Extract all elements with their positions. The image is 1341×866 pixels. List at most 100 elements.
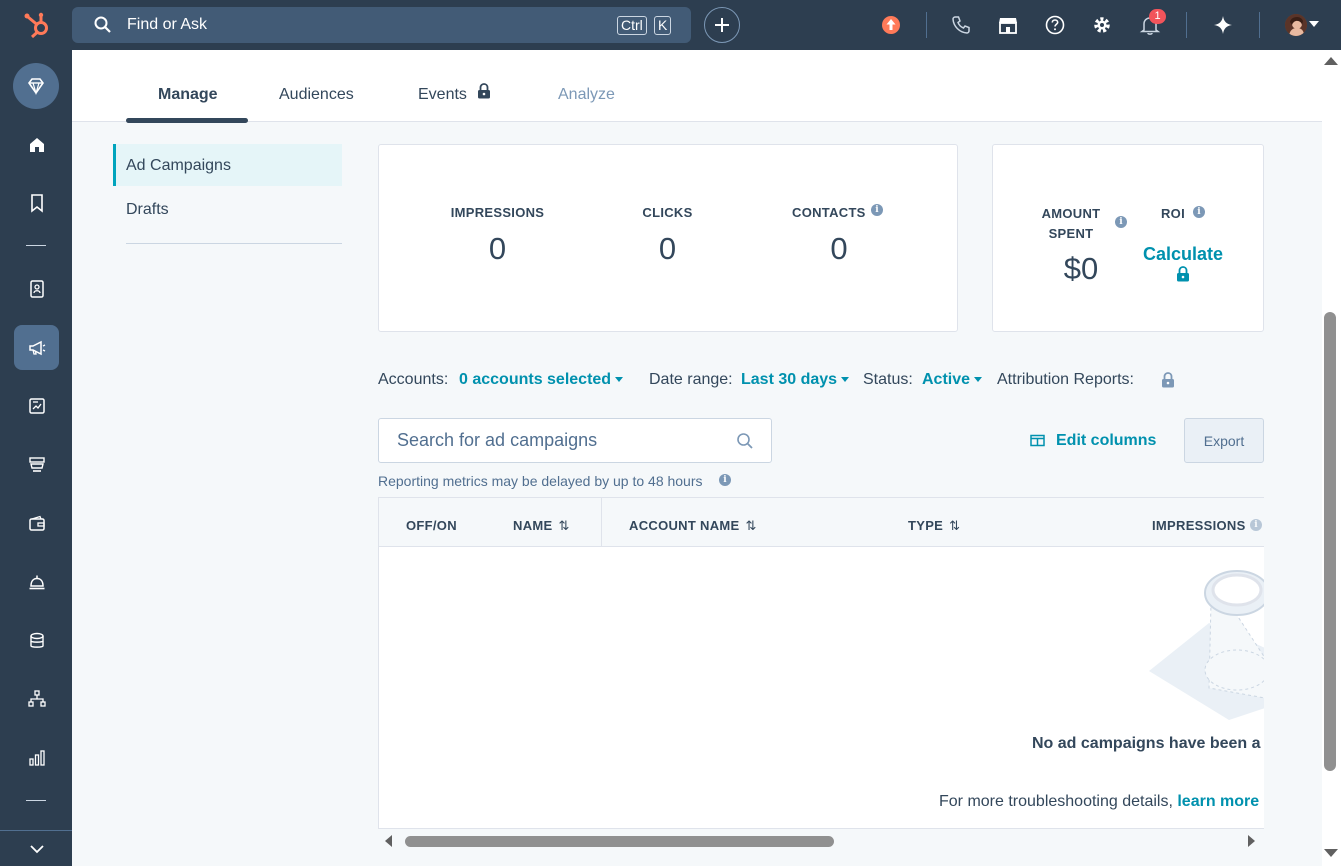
amount-spent-label-line1: AMOUNT (1041, 206, 1101, 221)
column-header-off-on: OFF/ON (406, 518, 457, 533)
tab-manage[interactable]: Manage (158, 86, 218, 104)
home-icon (29, 137, 44, 152)
column-header-impressions[interactable]: IMPRESSIONS (1152, 518, 1246, 533)
roi-calculate-link[interactable]: Calculate (1133, 244, 1233, 265)
status-filter-value: Active (922, 371, 971, 388)
column-header-type[interactable]: TYPE ⇅ (908, 518, 960, 534)
empty-state-subtitle: For more troubleshooting details, learn … (939, 793, 1259, 811)
page-vertical-scrollbar[interactable] (1322, 50, 1341, 866)
info-icon[interactable]: i (1115, 216, 1127, 228)
kbd-ctrl: Ctrl (617, 16, 647, 35)
main-content: Manage Audiences Events Analyze Ad Campa… (72, 50, 1322, 866)
hubspot-logo-icon[interactable] (22, 10, 52, 40)
wallet-icon (28, 515, 45, 531)
table-header: OFF/ON NAME ⇅ ACCOUNT NAME ⇅ TYPE ⇅ IMPRESS… (379, 498, 1264, 547)
scroll-right-arrow-icon[interactable] (1246, 835, 1256, 847)
column-header-name[interactable]: NAME ⇅ (513, 518, 570, 534)
sort-arrows-icon: ⇅ (558, 518, 570, 533)
roi-label: ROI (1160, 206, 1185, 221)
marketplace-icon[interactable] (997, 14, 1019, 36)
reporting-bars-icon (28, 749, 45, 766)
column-header-impressions-label: IMPRESSIONS (1152, 518, 1246, 533)
nav-collapse[interactable] (14, 826, 59, 866)
avatar-image-icon (1285, 14, 1307, 36)
plus-icon (715, 18, 729, 32)
settings-gear-icon[interactable] (1091, 14, 1113, 36)
spend-roi-card: AMOUNT SPENT i $0 ROI i Calculate (992, 144, 1264, 332)
empty-state-magnifier-illustration-icon (1149, 570, 1264, 720)
horizontal-scroll-thumb[interactable] (405, 836, 834, 847)
scroll-left-arrow-icon[interactable] (384, 835, 394, 847)
info-icon[interactable]: i (719, 474, 731, 486)
lock-icon[interactable] (1161, 372, 1175, 388)
caret-down-icon (974, 377, 983, 383)
status-filter-dropdown[interactable]: Active (922, 371, 983, 389)
date-range-dropdown[interactable]: Last 30 days (741, 371, 850, 389)
nav-content[interactable] (14, 383, 59, 428)
info-icon[interactable]: i (1193, 206, 1205, 218)
global-search-placeholder: Find or Ask (127, 16, 208, 33)
nav-bookmarks[interactable] (14, 180, 59, 225)
search-icon (94, 16, 111, 33)
upgrade-icon[interactable] (880, 14, 902, 36)
sidebar-item-ad-campaigns[interactable]: Ad Campaigns (113, 144, 342, 186)
diamond-icon (28, 78, 44, 96)
topbar-divider (1186, 12, 1187, 38)
campaigns-table: OFF/ON NAME ⇅ ACCOUNT NAME ⇅ TYPE ⇅ IMPRESS… (378, 497, 1264, 829)
service-bell-icon (29, 575, 44, 589)
learn-more-link[interactable]: learn more (1177, 793, 1259, 810)
nav-upgrade-diamond[interactable] (13, 63, 59, 109)
accounts-filter-dropdown[interactable]: 0 accounts selected (459, 371, 624, 389)
nav-sales[interactable] (14, 442, 59, 487)
tab-audiences[interactable]: Audiences (279, 86, 354, 104)
topbar-divider (926, 12, 927, 38)
scroll-up-arrow-icon[interactable] (1324, 56, 1338, 66)
empty-state-title: No ad campaigns have been a (1032, 735, 1261, 752)
nav-commerce[interactable] (14, 501, 59, 546)
global-search-bar[interactable]: Find or Ask Ctrl K (72, 7, 691, 43)
nav-reporting[interactable] (14, 735, 59, 780)
phone-icon[interactable] (950, 14, 972, 36)
scroll-down-arrow-icon[interactable] (1324, 848, 1338, 858)
nav-service[interactable] (14, 559, 59, 604)
vertical-scroll-thumb[interactable] (1324, 312, 1336, 771)
kbd-k: K (654, 16, 672, 35)
edit-columns-label: Edit columns (1056, 432, 1157, 449)
left-navigation (0, 50, 72, 866)
column-header-account-name[interactable]: ACCOUNT NAME ⇅ (629, 518, 757, 534)
sidebar-item-drafts[interactable]: Drafts (126, 201, 169, 219)
table-horizontal-scrollbar[interactable] (378, 831, 1264, 851)
account-menu-caret-icon[interactable] (1309, 21, 1319, 27)
create-new-button[interactable] (704, 7, 740, 43)
tab-analyze[interactable]: Analyze (558, 86, 615, 104)
nav-contacts[interactable] (14, 266, 59, 311)
column-header-type-label: TYPE (908, 518, 944, 533)
nav-data-management[interactable] (14, 618, 59, 663)
edit-columns-button[interactable]: Edit columns (1030, 432, 1156, 450)
campaign-search-input[interactable] (379, 419, 719, 462)
user-avatar[interactable] (1285, 14, 1307, 36)
caret-down-icon (841, 377, 850, 383)
date-range-label: Date range: (649, 371, 733, 388)
lock-icon (1177, 266, 1189, 282)
nav-automation[interactable] (14, 676, 59, 721)
help-icon[interactable] (1044, 14, 1066, 36)
info-icon[interactable]: i (1250, 519, 1262, 531)
notification-count-badge: 1 (1149, 9, 1166, 24)
sort-arrows-icon: ⇅ (745, 518, 757, 533)
search-icon[interactable] (736, 432, 754, 450)
amount-spent-value: $0 (1063, 251, 1099, 286)
megaphone-icon (28, 340, 45, 355)
export-button[interactable]: Export (1184, 418, 1264, 463)
campaign-search-box (378, 418, 772, 463)
nav-marketing[interactable] (14, 325, 59, 370)
metrics-card: IMPRESSIONS 0 CLICKS 0 CONTACTS i 0 (378, 144, 958, 332)
caret-down-icon (615, 377, 624, 383)
amount-spent-label-line2: SPENT (1048, 226, 1094, 241)
ai-sparkle-icon[interactable] (1212, 14, 1234, 36)
top-bar: Find or Ask Ctrl K 1 (0, 0, 1341, 50)
nav-home[interactable] (14, 122, 59, 167)
reporting-delay-text: Reporting metrics may be delayed by up t… (378, 473, 703, 489)
info-icon[interactable]: i (871, 204, 883, 216)
tab-events[interactable]: Events (418, 86, 467, 104)
